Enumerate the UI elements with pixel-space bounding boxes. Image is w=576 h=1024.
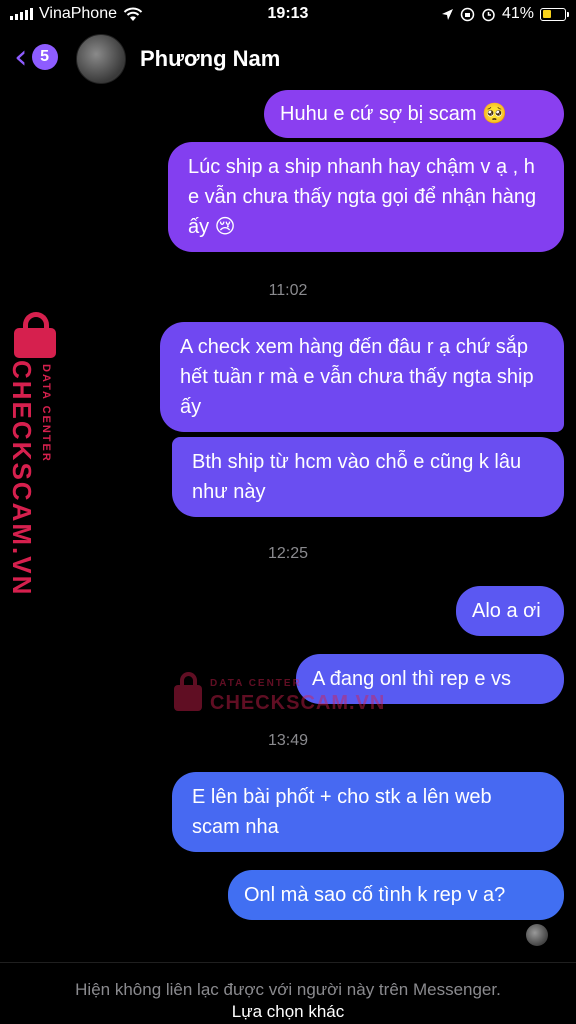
contact-avatar[interactable]: [76, 34, 126, 84]
footer-divider: [0, 962, 576, 963]
timestamp: 12:25: [267, 545, 309, 562]
back-button[interactable]: ‹ 5: [14, 37, 58, 77]
status-right: 41%: [441, 5, 569, 23]
status-bar: VinaPhone 19:13 41%: [0, 0, 576, 30]
location-icon: [441, 8, 453, 20]
lock-icon: [10, 312, 60, 358]
seen-indicator-avatar: [526, 924, 548, 946]
timestamp: 11:02: [268, 282, 308, 299]
alarm-icon: [482, 8, 495, 21]
other-options-button[interactable]: Lựa chọn khác: [0, 1002, 576, 1022]
message-bubble[interactable]: Lúc ship a ship nhanh hay chậm v ạ , h e…: [168, 142, 564, 252]
battery-icon: [540, 7, 569, 21]
contact-name[interactable]: Phương Nam: [140, 46, 280, 72]
unavailable-notice: Hiện không liên lạc được với người này t…: [75, 980, 501, 999]
timestamp: 13:49: [267, 732, 309, 749]
watermark-center: DATA CENTER CHECKSCAM.VN: [172, 672, 384, 718]
watermark-side: CHECKSCAM.VN DATA CENTER: [4, 312, 64, 596]
watermark-brand: CHECKSCAM.VN: [7, 360, 37, 597]
conversation-header: ‹ 5 Phương Nam: [0, 30, 576, 88]
message-bubble[interactable]: Bth ship từ hcm vào chỗ e cũng k lâu như…: [172, 437, 564, 517]
watermark-brand: CHECKSCAM.VN: [210, 692, 386, 714]
watermark-subtitle: DATA CENTER: [40, 364, 52, 463]
rotation-lock-icon: [460, 7, 475, 21]
message-bubble[interactable]: Huhu e cứ sợ bị scam 🥺: [264, 90, 564, 138]
chevron-left-icon: ‹: [14, 37, 28, 77]
message-bubble[interactable]: A check xem hàng đến đâu r ạ chứ sắp hết…: [160, 322, 564, 432]
message-bubble[interactable]: E lên bài phốt + cho stk a lên web scam …: [172, 772, 564, 852]
message-bubble[interactable]: Onl mà sao cố tình k rep v a?: [228, 870, 564, 920]
lock-icon: [172, 672, 204, 712]
unread-count-badge: 5: [31, 44, 58, 70]
watermark-subtitle: DATA CENTER: [210, 678, 302, 689]
battery-fill: [542, 10, 552, 18]
battery-percent: 41%: [501, 5, 534, 22]
message-bubble[interactable]: Alo a ơi: [456, 586, 564, 636]
